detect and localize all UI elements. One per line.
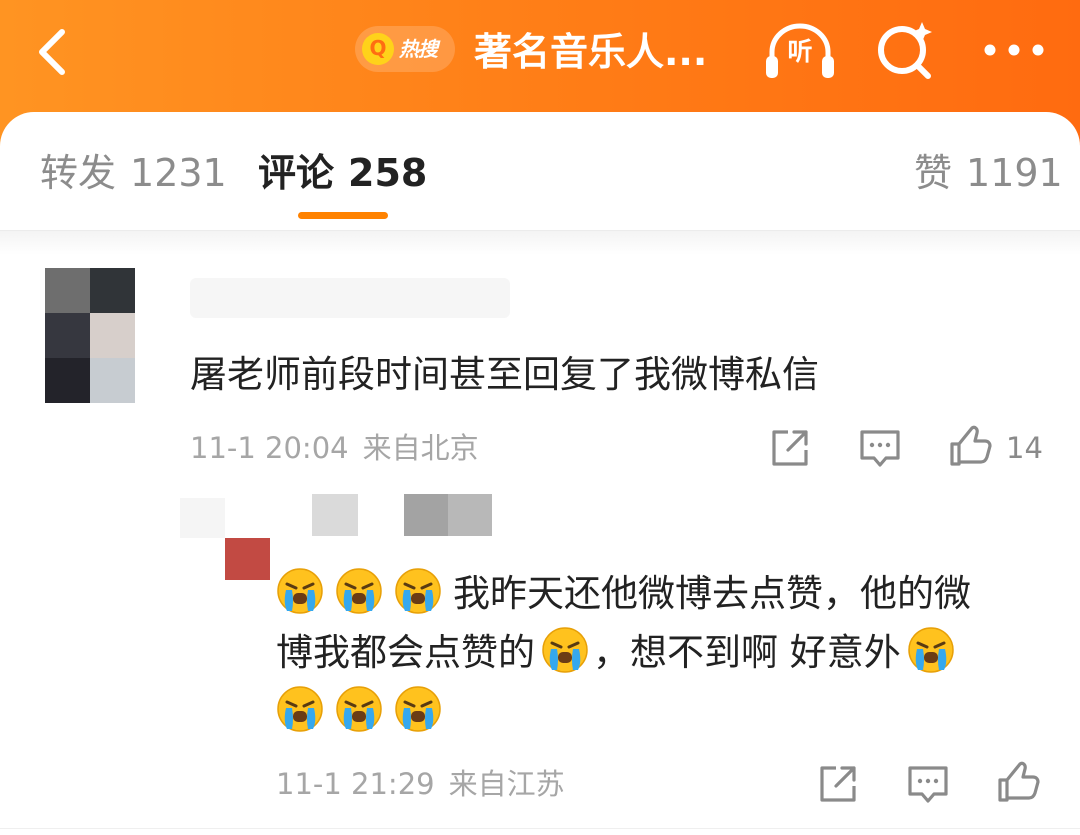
chevron-left-icon [39,29,65,75]
username[interactable] [190,278,510,318]
tab-comments-label: 评论 [258,151,335,195]
repost-button[interactable] [768,426,812,470]
page-title: 著名音乐人... [474,30,708,74]
listen-label: 听 [787,37,813,66]
sparkle-search-icon [878,22,932,79]
tab-reposts[interactable]: 转发 1231 [40,138,227,208]
reply-text-1: 我昨天还他微博去点赞，他的微 [453,572,971,615]
comment-text: 屠老师前段时间甚至回复了我微博私信 [190,353,819,396]
reply-comment-button[interactable] [906,762,950,806]
tab-comments[interactable]: 评论 258 [258,138,427,208]
thumbs-up-icon [998,761,1040,802]
reply-like-button[interactable] [996,760,1040,804]
crying-emoji-icon [276,685,324,733]
comment-icon [908,766,948,803]
reply-line-2: 博我都会点赞的 ，想不到啊 好意外 [276,623,1016,682]
like-button[interactable] [948,424,992,468]
ai-search-button[interactable] [872,18,938,84]
listen-button[interactable]: 听 [762,18,838,84]
reply-text-2b: ，想不到啊 好意外 [593,631,901,674]
back-button[interactable] [26,22,86,82]
hot-search-badge[interactable]: Q 热搜 [355,26,455,72]
reply-line-1: 我昨天还他微博去点赞，他的微 [276,564,1016,623]
more-dots-icon [984,44,1044,56]
avatar[interactable] [45,268,135,403]
crying-emoji-icon [394,685,442,733]
tab-likes-label: 赞 [914,151,953,195]
share-icon [820,766,856,802]
comment-meta: 11-1 20:04 来自北京 [190,426,479,470]
tab-likes-count: 1191 [966,151,1063,195]
tab-likes[interactable]: 赞 1191 [914,138,1063,208]
reply-meta: 11-1 21:29 来自江苏 [276,762,565,806]
comment-location: 来自北京 [362,431,479,465]
reply-location: 来自江苏 [448,767,565,801]
reply-text-2a: 博我都会点赞的 [276,631,535,674]
crying-emoji-icon [335,685,383,733]
comment-icon [860,430,900,467]
like-count: 14 [1006,431,1043,465]
reply-line-3 [276,682,1016,741]
tab-reposts-count: 1231 [130,151,227,195]
hot-search-label: 热搜 [399,37,438,61]
crying-emoji-icon [541,626,589,674]
active-tab-indicator [298,212,388,219]
comment-time: 11-1 20:04 [190,431,349,465]
crying-emoji-icon [394,567,442,615]
thumbs-up-icon [950,425,992,466]
crying-emoji-icon [907,626,955,674]
reply-username[interactable] [312,494,358,536]
reply-button[interactable] [858,426,902,470]
tab-comments-count: 258 [348,151,428,195]
divider [0,828,1080,829]
reply-repost-button[interactable] [816,762,860,806]
search-icon: Q [362,33,394,65]
reply-avatar[interactable] [180,498,270,580]
more-button[interactable] [980,30,1048,70]
crying-emoji-icon [276,567,324,615]
crying-emoji-icon [335,567,383,615]
reply-time: 11-1 21:29 [276,767,435,801]
share-icon [772,430,808,466]
tab-reposts-label: 转发 [40,151,117,195]
